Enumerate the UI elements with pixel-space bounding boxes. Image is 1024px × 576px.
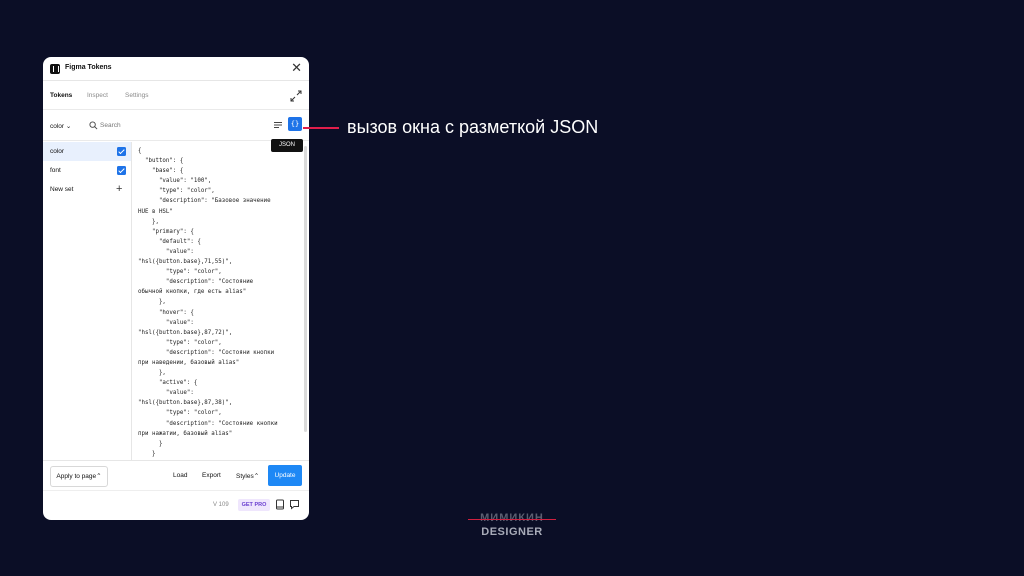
version-label: V 109 — [213, 502, 229, 508]
action-footer: Apply to page⌃ Load Export Styles⌃ Updat… — [43, 460, 309, 490]
list-view-icon[interactable] — [273, 120, 283, 130]
logo-strike-line — [468, 519, 556, 520]
tab-tokens[interactable]: Tokens — [50, 92, 72, 99]
new-set-label: New set — [50, 186, 74, 193]
figma-icon — [50, 64, 60, 74]
annotation-caption: вызов окна с разметкой JSON — [347, 117, 599, 137]
brand-logo: МИМИКИН DESIGNER — [466, 512, 558, 542]
collapse-icon[interactable] — [290, 90, 302, 102]
close-icon[interactable]: ✕ — [291, 61, 302, 75]
annotation-pointer — [303, 127, 339, 129]
set-label: color — [50, 148, 65, 155]
set-label: font — [50, 167, 61, 174]
update-button[interactable]: Update — [268, 465, 302, 486]
window-title: Figma Tokens — [65, 64, 112, 71]
set-dropdown[interactable]: color ⌄ — [50, 122, 71, 130]
docs-icon[interactable] — [275, 499, 285, 510]
set-item-font[interactable]: font — [43, 161, 131, 180]
figma-tokens-plugin-window: Figma Tokens ✕ Tokens Inspect Settings c… — [43, 57, 309, 520]
tab-inspect[interactable]: Inspect — [87, 92, 108, 99]
get-pro-badge[interactable]: GET PRO — [238, 499, 270, 511]
status-bar: V 109 GET PRO — [43, 490, 309, 520]
json-code[interactable]: { "button": { "base": { "value": "100", … — [138, 146, 298, 459]
title-bar: Figma Tokens ✕ — [43, 57, 309, 81]
token-sets-sidebar: color font New set + — [43, 142, 132, 460]
apply-to-page-button[interactable]: Apply to page⌃ — [50, 466, 108, 487]
search-icon — [89, 121, 98, 130]
json-editor[interactable]: { "button": { "base": { "value": "100", … — [132, 142, 309, 460]
plus-icon[interactable]: + — [116, 183, 122, 195]
search-input[interactable] — [100, 119, 260, 132]
set-checkbox[interactable] — [117, 166, 126, 175]
export-button[interactable]: Export — [202, 472, 221, 479]
new-set-button[interactable]: New set + — [43, 180, 131, 199]
tab-bar: Tokens Inspect Settings — [43, 82, 309, 110]
logo-top-text: МИМИКИН — [480, 512, 544, 524]
scrollbar[interactable] — [304, 146, 307, 432]
json-view-button[interactable]: {} — [288, 117, 302, 131]
styles-button[interactable]: Styles⌃ — [236, 472, 259, 480]
logo-bottom-text: DESIGNER — [481, 526, 543, 538]
feedback-icon[interactable] — [289, 499, 300, 510]
token-toolbar: color ⌄ {} — [43, 111, 309, 141]
set-checkbox[interactable] — [117, 147, 126, 156]
set-item-color[interactable]: color — [43, 142, 131, 161]
tab-settings[interactable]: Settings — [125, 92, 149, 99]
load-button[interactable]: Load — [173, 472, 187, 479]
